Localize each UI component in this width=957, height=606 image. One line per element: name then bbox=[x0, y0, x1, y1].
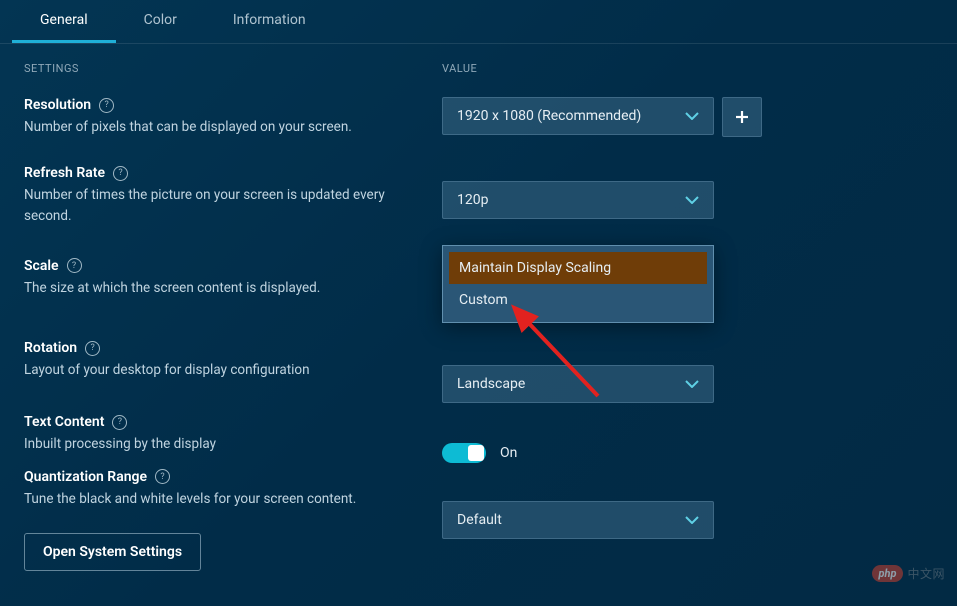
scale-title: Scale bbox=[24, 258, 59, 274]
help-icon[interactable]: ? bbox=[155, 469, 170, 484]
setting-text-content: Text Content ? Inbuilt processing by the… bbox=[24, 414, 442, 454]
resolution-title: Resolution bbox=[24, 97, 91, 113]
annotation-arrow-icon bbox=[506, 300, 616, 410]
refresh-value: 120p bbox=[457, 192, 488, 208]
help-icon[interactable]: ? bbox=[112, 415, 127, 430]
tab-general[interactable]: General bbox=[12, 0, 116, 43]
tab-bar: General Color Information bbox=[0, 0, 957, 44]
setting-quantization: Quantization Range ? Tune the black and … bbox=[24, 469, 442, 509]
quantization-desc: Tune the black and white levels for your… bbox=[24, 489, 404, 509]
resolution-dropdown[interactable]: 1920 x 1080 (Recommended) bbox=[442, 97, 714, 135]
quantization-title: Quantization Range bbox=[24, 469, 147, 485]
text-content-toggle[interactable] bbox=[442, 443, 486, 463]
setting-rotation: Rotation ? Layout of your desktop for di… bbox=[24, 340, 442, 380]
setting-scale: Scale ? The size at which the screen con… bbox=[24, 258, 442, 298]
help-icon[interactable]: ? bbox=[99, 98, 114, 113]
help-icon[interactable]: ? bbox=[113, 166, 128, 181]
settings-column: SETTINGS Resolution ? Number of pixels t… bbox=[24, 62, 442, 583]
watermark-text: 中文网 bbox=[907, 565, 945, 582]
tab-information[interactable]: Information bbox=[205, 0, 334, 43]
text-content-desc: Inbuilt processing by the display bbox=[24, 434, 404, 454]
setting-resolution: Resolution ? Number of pixels that can b… bbox=[24, 97, 442, 137]
refresh-desc: Number of times the picture on your scre… bbox=[24, 185, 404, 226]
tab-color[interactable]: Color bbox=[116, 0, 205, 43]
toggle-label: On bbox=[500, 445, 517, 461]
refresh-title: Refresh Rate bbox=[24, 165, 105, 181]
add-resolution-button[interactable] bbox=[722, 97, 762, 137]
text-content-title: Text Content bbox=[24, 414, 104, 430]
setting-refresh: Refresh Rate ? Number of times the pictu… bbox=[24, 165, 442, 226]
settings-header: SETTINGS bbox=[24, 62, 442, 75]
watermark: php 中文网 bbox=[872, 565, 946, 582]
watermark-badge: php bbox=[872, 565, 904, 582]
chevron-down-icon bbox=[685, 193, 699, 207]
chevron-down-icon bbox=[685, 377, 699, 391]
help-icon[interactable]: ? bbox=[67, 258, 82, 273]
open-system-settings-button[interactable]: Open System Settings bbox=[24, 533, 201, 571]
quantization-value: Default bbox=[457, 512, 502, 528]
resolution-desc: Number of pixels that can be displayed o… bbox=[24, 117, 404, 137]
chevron-down-icon bbox=[685, 109, 699, 123]
help-icon[interactable]: ? bbox=[85, 341, 100, 356]
rotation-title: Rotation bbox=[24, 340, 77, 356]
refresh-dropdown[interactable]: 120p bbox=[442, 181, 714, 219]
scale-desc: The size at which the screen content is … bbox=[24, 278, 404, 298]
chevron-down-icon bbox=[685, 513, 699, 527]
rotation-desc: Layout of your desktop for display confi… bbox=[24, 360, 404, 380]
scale-option-maintain[interactable]: Maintain Display Scaling bbox=[449, 252, 707, 284]
resolution-value: 1920 x 1080 (Recommended) bbox=[457, 108, 641, 124]
toggle-knob bbox=[468, 445, 484, 461]
value-header: VALUE bbox=[442, 62, 933, 75]
quantization-dropdown[interactable]: Default bbox=[442, 501, 714, 539]
